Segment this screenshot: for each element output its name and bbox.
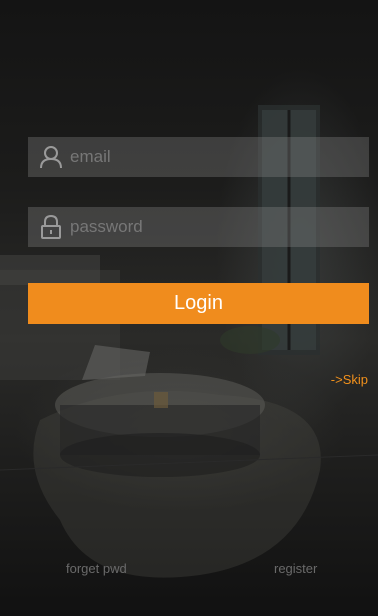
register-link[interactable]: register xyxy=(274,561,317,576)
forget-password-link[interactable]: forget pwd xyxy=(66,561,127,576)
login-screen: Login ->Skip forget pwd register xyxy=(0,0,378,616)
email-field[interactable] xyxy=(28,137,369,177)
user-icon xyxy=(34,137,68,177)
email-input[interactable] xyxy=(68,138,369,176)
login-button[interactable]: Login xyxy=(28,283,369,324)
password-input[interactable] xyxy=(68,208,369,246)
lock-icon xyxy=(34,207,68,247)
skip-link[interactable]: ->Skip xyxy=(331,372,368,387)
password-field[interactable] xyxy=(28,207,369,247)
